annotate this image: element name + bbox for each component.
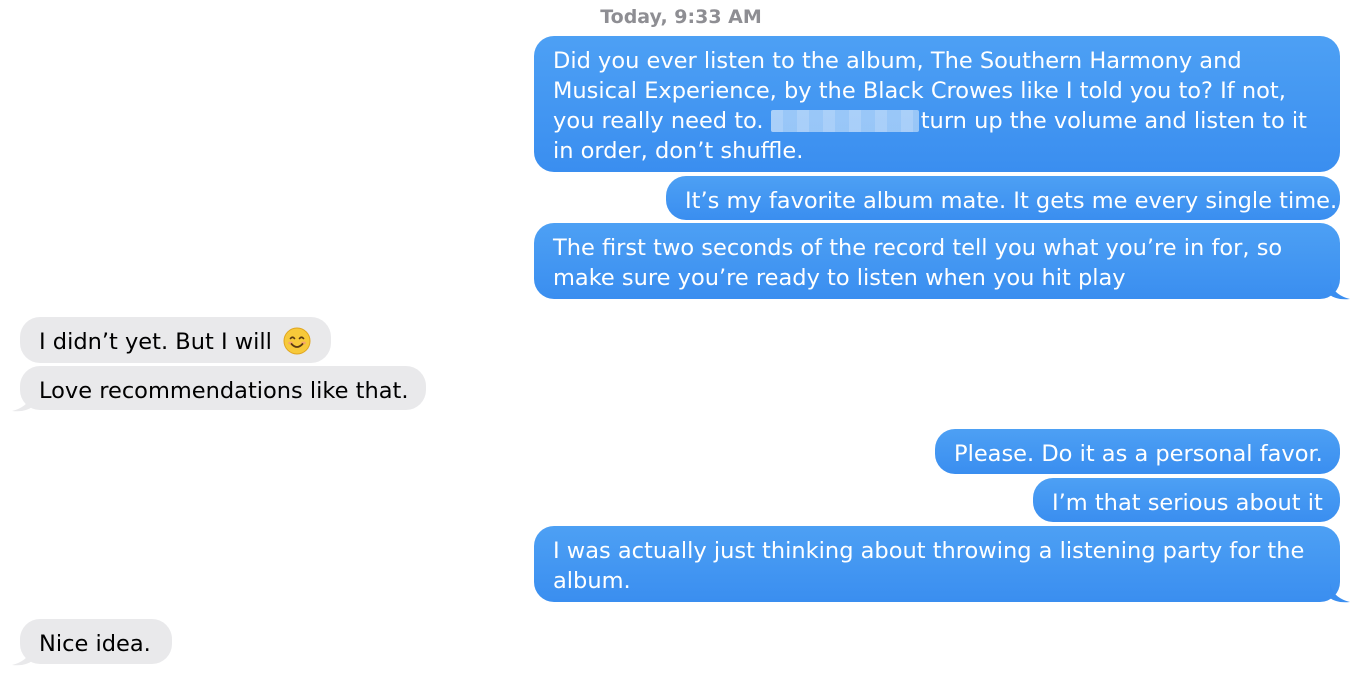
message-line: I didn’t yet. But I will [39, 329, 272, 355]
message-line: I was actually just thinking about throw… [553, 538, 1305, 564]
bubble-tail-icon [12, 392, 32, 412]
message-line: Nice idea. [39, 631, 151, 657]
received-message-bubble[interactable]: Love recommendations like that. [20, 366, 426, 410]
message-text-segment: you really need to. [553, 108, 764, 134]
message-line: you really need to. turn up the volume a… [553, 106, 1321, 136]
bubble-tail-icon [12, 646, 32, 666]
sent-message-bubble[interactable]: It’s my favorite album mate. It gets me … [666, 176, 1340, 220]
message-line: make sure you’re ready to listen when yo… [553, 265, 1126, 291]
bubble-tail-icon [1330, 280, 1350, 300]
message-line: I’m that serious about it [1052, 490, 1323, 516]
sent-message-bubble[interactable]: I was actually just thinking about throw… [534, 526, 1340, 602]
sent-message-bubble[interactable]: Did you ever listen to the album, The So… [534, 36, 1340, 172]
message-line: Love recommendations like that. [39, 378, 409, 404]
sent-message-bubble[interactable]: I’m that serious about it [1033, 478, 1340, 522]
message-line: in order, don’t shuffle. [553, 138, 804, 164]
sent-message-bubble[interactable]: The first two seconds of the record tell… [534, 223, 1340, 299]
message-line: It’s my favorite album mate. It gets me … [685, 188, 1338, 214]
message-line: Musical Experience, by the Black Crowes … [553, 78, 1286, 104]
smiling-face-icon [283, 327, 311, 355]
received-message-bubble[interactable]: Nice idea. [20, 619, 172, 664]
message-line: Please. Do it as a personal favor. [954, 441, 1323, 467]
timestamp-header: Today, 9:33 AM [600, 6, 762, 28]
bubble-tail-icon [1330, 583, 1350, 603]
redacted-text [770, 110, 919, 132]
sent-message-bubble[interactable]: Please. Do it as a personal favor. [935, 429, 1340, 474]
message-text-segment: turn up the volume and listen to it [920, 108, 1307, 134]
message-line: The first two seconds of the record tell… [553, 235, 1283, 261]
message-line: album. [553, 568, 631, 594]
message-line: Did you ever listen to the album, The So… [553, 48, 1242, 74]
received-message-bubble[interactable]: I didn’t yet. But I will [20, 317, 331, 363]
